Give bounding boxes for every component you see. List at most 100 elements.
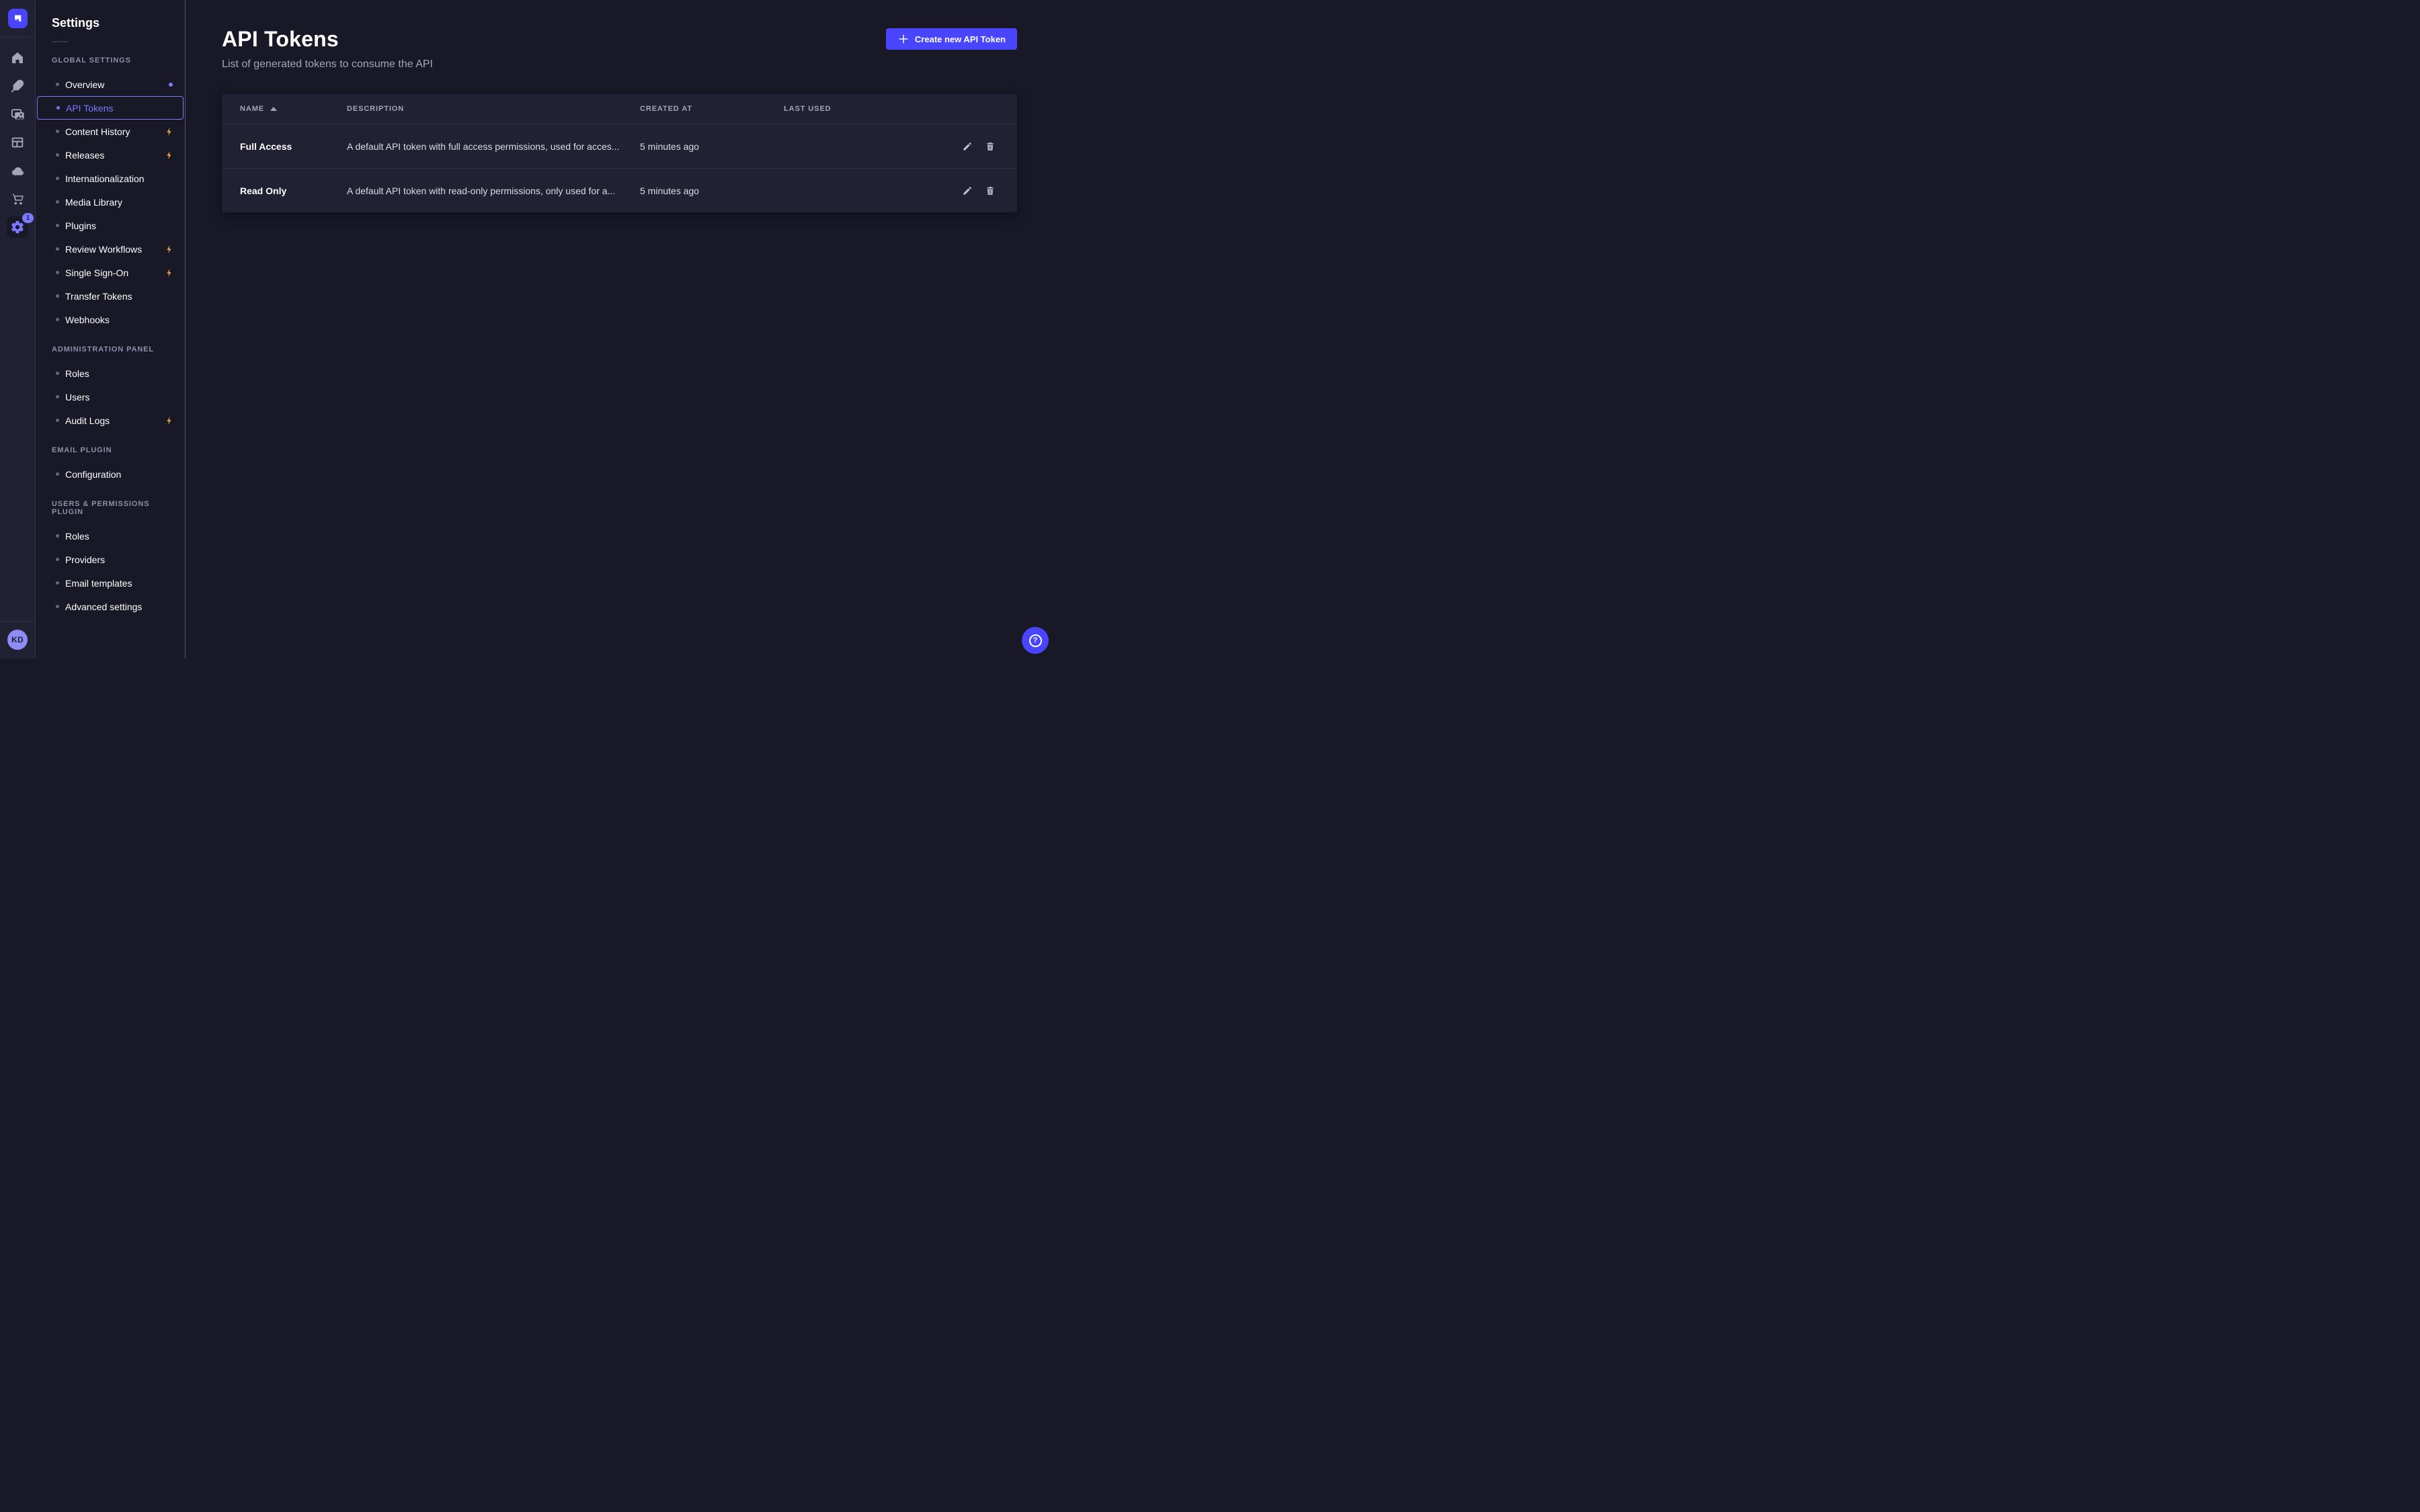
feather-icon: [10, 79, 25, 93]
bullet-dot: [56, 83, 59, 86]
section-label: Global settings: [52, 56, 169, 65]
bullet-dot: [56, 318, 59, 321]
lightning-icon: [165, 416, 174, 425]
sidebar-item-email-configuration[interactable]: Configuration: [36, 462, 185, 486]
user-avatar[interactable]: KD: [7, 630, 28, 650]
sidebar-item-internationalization[interactable]: Internationalization: [36, 167, 185, 190]
sidebar-item-audit-logs[interactable]: Audit Logs: [36, 409, 185, 432]
sidebar-item-admin-roles[interactable]: Roles: [36, 362, 185, 385]
sidebar-title-divider: [52, 41, 68, 42]
gear-icon: [10, 220, 25, 235]
strapi-logo-icon: [12, 13, 23, 24]
rail-divider: [0, 37, 35, 38]
create-api-token-button[interactable]: Create new API Token: [886, 28, 1017, 50]
nav-settings-button[interactable]: 1: [7, 216, 28, 238]
lightning-icon: [165, 151, 174, 160]
sidebar-item-releases[interactable]: Releases: [36, 143, 185, 167]
strapi-settings-app: 1 KD Settings Global settings Overview A…: [0, 0, 1054, 659]
bullet-dot: [56, 372, 59, 375]
token-name: Read Only: [222, 185, 347, 196]
sidebar-item-single-sign-on[interactable]: Single Sign-On: [36, 261, 185, 284]
question-icon: ?: [1029, 634, 1042, 647]
sidebar-item-media-library[interactable]: Media Library: [36, 190, 185, 214]
rail-bottom: KD: [0, 621, 35, 659]
bullet-dot: [56, 605, 59, 608]
api-tokens-table: Name Description Created at Last used Fu…: [222, 94, 1017, 212]
page-subtitle: List of generated tokens to consume the …: [222, 58, 433, 71]
section-email-plugin: Email plugin Configuration: [36, 446, 185, 486]
sidebar-title: Settings: [52, 16, 185, 30]
nav-marketplace-button[interactable]: [7, 188, 28, 210]
layout-icon: [10, 135, 25, 150]
sidebar-item-admin-users[interactable]: Users: [36, 385, 185, 409]
shopping-cart-icon: [10, 192, 26, 207]
edit-token-button[interactable]: [958, 181, 977, 200]
nav-content-type-builder-button[interactable]: [7, 132, 28, 153]
token-description: A default API token with full access per…: [347, 141, 640, 152]
nav-home-button[interactable]: [7, 47, 28, 69]
bullet-dot: [56, 106, 60, 110]
column-header-description: Description: [347, 105, 640, 113]
pencil-icon: [962, 141, 973, 152]
table-row-read-only[interactable]: Read Only A default API token with read-…: [222, 168, 1017, 212]
column-header-name[interactable]: Name: [222, 105, 347, 113]
lightning-icon: [165, 127, 174, 136]
table-row-full-access[interactable]: Full Access A default API token with ful…: [222, 124, 1017, 168]
sidebar-item-plugins[interactable]: Plugins: [36, 214, 185, 237]
sidebar-item-overview[interactable]: Overview: [36, 73, 185, 96]
section-global-settings: Global settings Overview API Tokens Cont…: [36, 56, 185, 331]
lightning-icon: [165, 268, 174, 278]
sidebar-item-advanced-settings[interactable]: Advanced settings: [36, 595, 185, 618]
sidebar-item-providers[interactable]: Providers: [36, 548, 185, 571]
lightning-icon: [165, 245, 174, 254]
section-label: Email plugin: [52, 446, 169, 454]
strapi-logo[interactable]: [8, 9, 28, 28]
bullet-dot: [56, 419, 59, 422]
column-header-last-used: Last used: [784, 105, 948, 113]
bullet-dot: [56, 534, 59, 538]
edit-token-button[interactable]: [958, 137, 977, 156]
bullet-dot: [56, 581, 59, 585]
bullet-dot: [56, 200, 59, 204]
delete-token-button[interactable]: [981, 181, 1000, 200]
bullet-dot: [56, 130, 59, 133]
section-users-permissions-plugin: Users & Permissions plugin Roles Provide…: [36, 500, 185, 618]
trash-icon: [985, 141, 996, 152]
section-label: Administration panel: [52, 345, 169, 353]
cloud-icon: [10, 163, 26, 179]
trash-icon: [985, 185, 996, 196]
pencil-icon: [962, 185, 973, 196]
token-name: Full Access: [222, 141, 347, 152]
sidebar-item-up-roles[interactable]: Roles: [36, 524, 185, 548]
media-library-icon: [10, 107, 26, 122]
bullet-dot: [56, 224, 59, 227]
table-header-row: Name Description Created at Last used: [222, 94, 1017, 124]
notification-dot: [169, 83, 173, 87]
sidebar-item-review-workflows[interactable]: Review Workflows: [36, 237, 185, 261]
section-administration-panel: Administration panel Roles Users Audit L…: [36, 345, 185, 432]
page-header: API Tokens List of generated tokens to c…: [222, 27, 1017, 71]
nav-deploy-button[interactable]: [7, 160, 28, 181]
help-button[interactable]: ?: [1022, 627, 1049, 654]
main-content: API Tokens List of generated tokens to c…: [186, 0, 1054, 659]
nav-content-manager-button[interactable]: [7, 75, 28, 97]
sidebar-item-content-history[interactable]: Content History: [36, 120, 185, 143]
sort-ascending-icon[interactable]: [270, 107, 277, 111]
delete-token-button[interactable]: [981, 137, 1000, 156]
bullet-dot: [56, 247, 59, 251]
sidebar-item-email-templates[interactable]: Email templates: [36, 571, 185, 595]
token-created-at: 5 minutes ago: [640, 185, 784, 196]
token-created-at: 5 minutes ago: [640, 141, 784, 152]
sidebar-item-transfer-tokens[interactable]: Transfer Tokens: [36, 284, 185, 308]
column-header-created-at: Created at: [640, 105, 784, 113]
bullet-dot: [56, 271, 59, 274]
bullet-dot: [56, 472, 59, 476]
bullet-dot: [56, 395, 59, 398]
sidebar-item-webhooks[interactable]: Webhooks: [36, 308, 185, 331]
bullet-dot: [56, 294, 59, 298]
sidebar-item-api-tokens[interactable]: API Tokens: [37, 96, 184, 120]
nav-media-library-button[interactable]: [7, 103, 28, 125]
token-description: A default API token with read-only permi…: [347, 185, 640, 196]
main-nav-rail: 1 KD: [0, 0, 36, 659]
bullet-dot: [56, 558, 59, 561]
